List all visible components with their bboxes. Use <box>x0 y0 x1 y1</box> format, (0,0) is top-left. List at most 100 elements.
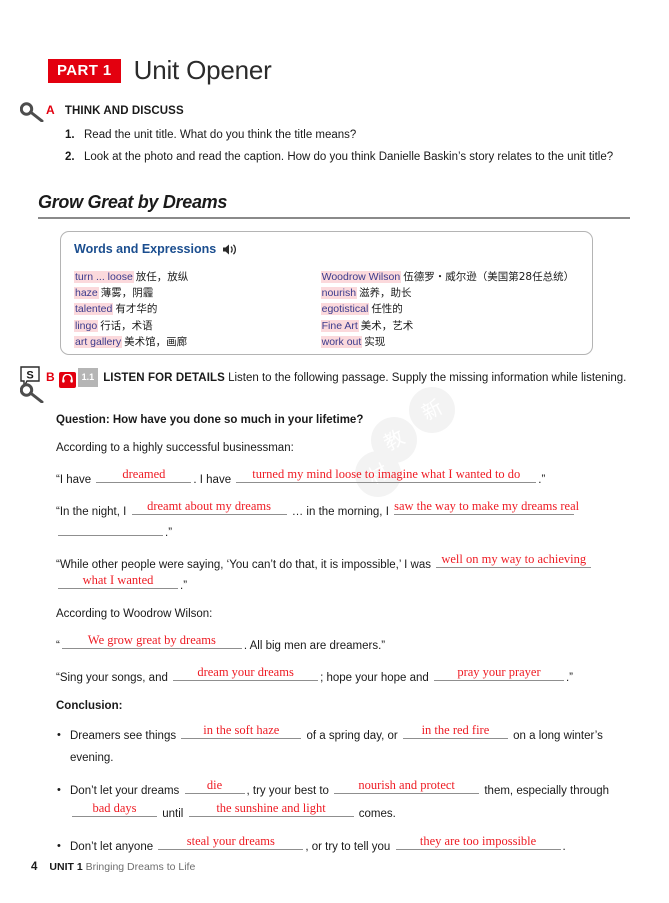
bullet-item: Don’t let anyone steal your dreams , or t… <box>56 835 634 858</box>
exercise-b-header: B 1.1 LISTEN FOR DETAILS Listen to the fol… <box>46 368 631 388</box>
answer-text: nourish and protect <box>358 778 455 792</box>
answer-blank[interactable]: dream your dreams <box>173 665 319 681</box>
answer-text: bad days <box>92 801 137 815</box>
list-item-text: Look at the photo and read the caption. … <box>84 151 614 163</box>
part-header: PART 1 Unit Opener <box>48 55 272 86</box>
vocab-gloss: 美术，艺术 <box>360 319 414 332</box>
list-item-number: 1. <box>65 129 75 141</box>
answer-text: in the soft haze <box>203 723 280 737</box>
answer-blank[interactable]: bad days <box>72 802 157 817</box>
svg-text:S: S <box>26 370 33 382</box>
part-badge: PART 1 <box>48 58 121 83</box>
answer-text: dreamed <box>122 467 166 481</box>
vocab-heading-label: Words and Expressions <box>74 242 217 256</box>
bullet-item: Dreamers see things in the soft haze of … <box>56 724 634 769</box>
quote-2-mid: … in the morning, I <box>291 506 389 518</box>
wilson-intro: According to Woodrow Wilson: <box>56 608 213 620</box>
answer-text: in the red fire <box>421 723 490 737</box>
answer-blank[interactable]: steal your dreams <box>158 835 304 850</box>
answer-blank[interactable]: We grow great by dreams <box>61 634 242 649</box>
vocab-gloss: 滋养，助长 <box>359 287 412 300</box>
exercise-b-letter: B <box>46 370 55 384</box>
words-and-expressions-box: Words and Expressions turn ... loose 放任，放… <box>60 231 593 355</box>
bullet-3-mid: , or try to tell you <box>305 841 391 853</box>
vocab-entry: nourish 滋养，助长 <box>320 285 582 301</box>
exercise-b-instruction: Listen to the following passage. Supply … <box>228 372 627 384</box>
answer-blank[interactable]: in the red fire <box>402 723 508 739</box>
answer-blank[interactable]: in the soft haze <box>181 723 302 739</box>
answer-blank[interactable]: dreamed <box>96 467 192 483</box>
list-item-number: 2. <box>65 151 75 163</box>
vocab-entry: haze 薄雾，阴霾 <box>74 285 321 301</box>
vocab-entry: art gallery 美术馆，画廊 <box>74 334 321 350</box>
vocab-gloss: 实现 <box>364 335 386 348</box>
quote-1: “I have dreamed . I have turned my mind l… <box>56 468 634 489</box>
vocab-gloss: 伍德罗・威尔逊（美国第28任总统） <box>403 271 575 283</box>
answer-blank[interactable]: the sunshine and light <box>188 802 354 817</box>
list-item-text: Read the unit title. What do you think t… <box>84 129 357 141</box>
exercise-b-body: Question: How have you done so much in y… <box>56 412 634 868</box>
page-footer: 4 UNIT 1 Bringing Dreams to Life <box>31 861 195 873</box>
vocab-term: Fine Art <box>320 319 359 332</box>
bullet-1-mid: of a spring day, or <box>306 730 398 742</box>
quote-5-pre: “Sing your songs, and <box>56 672 168 684</box>
bullet-2-pre: Don’t let your dreams <box>70 785 180 797</box>
answer-text: turned my mind loose to imagine what I w… <box>252 467 521 481</box>
answer-blank[interactable]: well on my way to achieving <box>436 553 592 568</box>
quote-3: “While other people were saying, ‘You ca… <box>56 553 634 595</box>
exercise-a-letter: A <box>46 103 55 117</box>
quote-1-mid: . I have <box>193 474 232 486</box>
vocab-term: nourish <box>320 287 358 300</box>
answer-text: dream your dreams <box>197 665 294 679</box>
key-icon <box>20 102 44 122</box>
answer-blank-continuation[interactable] <box>58 521 163 536</box>
footer-unit-label: UNIT 1 <box>49 861 83 873</box>
vocab-gloss: 放任，放纵 <box>135 271 189 283</box>
vocab-entry: Woodrow Wilson 伍德罗・威尔逊（美国第28任总统） <box>320 269 582 285</box>
vocab-term: talented <box>74 303 114 316</box>
answer-blank[interactable]: pray your prayer <box>433 666 564 681</box>
headphone-icon[interactable] <box>58 372 76 388</box>
vocab-columns: turn ... loose 放任，放纵 haze 薄雾，阴霾 talented 有才… <box>74 269 582 350</box>
vocab-term: work out <box>320 335 363 348</box>
quote-1-post: .” <box>538 474 546 486</box>
speaker-icon[interactable] <box>222 243 237 256</box>
answer-blank[interactable]: saw the way to make my dreams real <box>394 500 579 515</box>
bullet-2-mid: , try your best to <box>246 785 329 797</box>
vocab-entry: egotistical 任性的 <box>320 301 582 317</box>
list-item: 2. Look at the photo and read the captio… <box>65 149 625 166</box>
answer-blank[interactable]: turned my mind loose to imagine what I w… <box>236 467 537 483</box>
vocab-gloss: 任性的 <box>371 303 403 316</box>
conclusion-bullets: Dreamers see things in the soft haze of … <box>56 724 634 858</box>
bullet-3-post: . <box>562 841 566 853</box>
quote-2-pre: “In the night, I <box>56 506 127 518</box>
answer-blank[interactable]: nourish and protect <box>334 778 480 794</box>
part-title: Unit Opener <box>133 55 272 85</box>
answer-text: dreamt about my dreams <box>147 499 271 513</box>
vocab-gloss: 薄雾，阴霾 <box>100 287 154 300</box>
page-number: 4 <box>31 861 38 873</box>
quote-3-post: .” <box>180 580 188 592</box>
answer-blank[interactable]: what I wanted <box>58 574 178 589</box>
quote-4-pre: “ <box>56 640 60 652</box>
quote-1-pre: “I have <box>56 474 92 486</box>
quote-4-post: . All big men are dreamers.” <box>243 640 386 652</box>
vocab-entry: talented 有才华的 <box>74 301 321 317</box>
exercise-a-header: A THINK AND DISCUSS <box>46 103 184 117</box>
vocab-entry: turn ... loose 放任，放纵 <box>74 269 321 285</box>
vocab-term: art gallery <box>74 335 123 348</box>
vocab-entry: work out 实现 <box>320 334 582 350</box>
exercise-a-title: THINK AND DISCUSS <box>64 105 184 117</box>
vocab-term: Woodrow Wilson <box>320 271 402 283</box>
vocab-column-right: Woodrow Wilson 伍德罗・威尔逊（美国第28任总统） nourish 滋… <box>320 269 582 350</box>
vocab-term: haze <box>74 287 99 300</box>
answer-blank[interactable]: die <box>184 779 245 794</box>
vocab-column-left: turn ... loose 放任，放纵 haze 薄雾，阴霾 talented 有才… <box>74 269 321 350</box>
answer-blank[interactable]: dreamt about my dreams <box>131 499 287 515</box>
quote-5-post: .” <box>565 672 574 684</box>
quote-2: “In the night, I dreamt about my dreams … <box>56 500 634 542</box>
unit-heading: Grow Great by Dreams <box>38 192 228 212</box>
exercise-a-list: 1. Read the unit title. What do you thin… <box>65 127 625 171</box>
answer-blank[interactable]: they are too impossible <box>395 835 561 850</box>
businessman-intro: According to a highly successful busines… <box>56 442 294 454</box>
